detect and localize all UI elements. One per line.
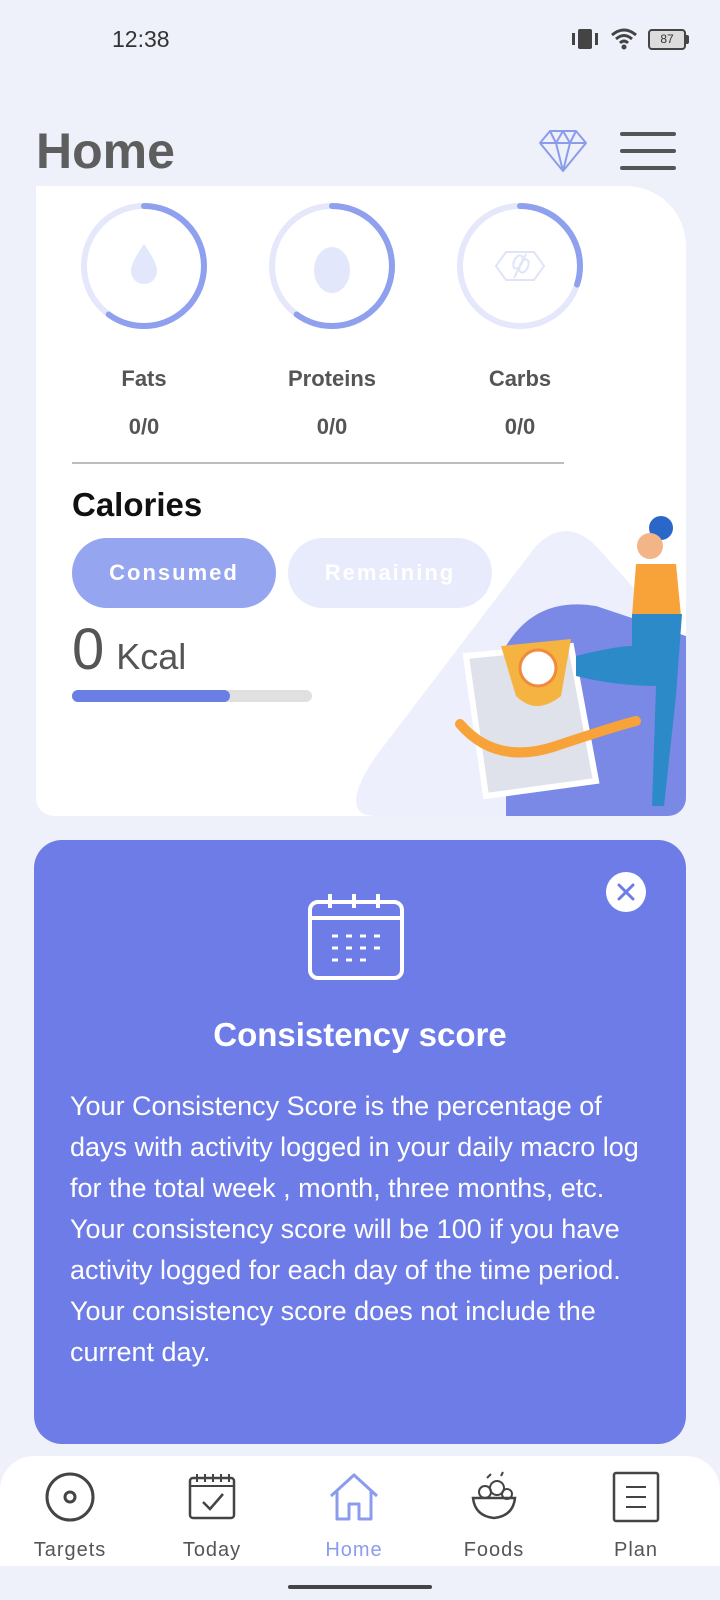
nav-label: Home	[325, 1539, 383, 1561]
nav-item-home[interactable]: Home	[294, 1470, 414, 1562]
close-button[interactable]	[606, 872, 646, 912]
vibrate-icon	[572, 29, 598, 49]
status-bar: 12:38 87	[0, 0, 720, 80]
egg-icon	[314, 247, 350, 293]
home-icon	[329, 1473, 379, 1521]
calories-progress-bar	[72, 690, 312, 702]
macro-summary-card: Fats 0/0 Proteins 0/0 Carbs 0/0 Calories…	[36, 186, 686, 816]
macro-value: 0/0	[128, 414, 160, 439]
nav-label: Today	[182, 1539, 242, 1561]
consistency-info-card: Consistency score Your Consistency Score…	[34, 840, 686, 1444]
wheat-icon	[494, 251, 546, 281]
battery-icon: 87	[648, 28, 689, 50]
macro-carbs[interactable]: Carbs 0/0	[454, 200, 586, 440]
nav-label: Plan	[613, 1539, 659, 1561]
calories-title: Calories	[72, 486, 203, 523]
calendar-icon	[308, 894, 404, 980]
macro-proteins[interactable]: Proteins 0/0	[266, 200, 398, 440]
calendar-check-icon	[188, 1474, 236, 1520]
yoga-scale-illustration	[356, 516, 686, 816]
bottom-nav: Targets Today Home Foods Plan	[0, 1456, 720, 1566]
info-card-body: Your Consistency Score is the percentage…	[70, 1091, 639, 1367]
calories-readout: 0 Kcal	[72, 616, 186, 683]
nav-item-plan[interactable]: Plan	[576, 1470, 696, 1562]
macro-fats[interactable]: Fats 0/0	[78, 200, 210, 440]
calories-unit: Kcal	[116, 636, 187, 677]
nav-item-targets[interactable]: Targets	[10, 1470, 130, 1562]
macro-label: Proteins	[287, 366, 377, 391]
consumed-tab[interactable]: Consumed	[72, 538, 276, 608]
nav-label: Targets	[33, 1539, 107, 1561]
home-indicator	[288, 1585, 432, 1589]
macro-label: Fats	[121, 366, 167, 391]
info-card-title: Consistency score	[213, 1016, 507, 1053]
drop-icon	[131, 244, 157, 284]
status-time: 12:38	[112, 26, 170, 52]
wifi-icon	[611, 28, 637, 50]
nav-label: Foods	[463, 1539, 525, 1561]
divider	[72, 462, 564, 464]
macro-label: Carbs	[488, 366, 552, 391]
hamburger-menu-icon[interactable]	[620, 132, 676, 172]
macro-value: 0/0	[316, 414, 348, 439]
proteins-ring	[266, 200, 398, 332]
carbs-ring	[454, 200, 586, 332]
nav-item-foods[interactable]: Foods	[434, 1470, 554, 1562]
macro-value: 0/0	[504, 414, 536, 439]
nav-item-today[interactable]: Today	[152, 1470, 272, 1562]
page-title: Home	[36, 123, 175, 179]
fats-ring	[78, 200, 210, 332]
diamond-icon[interactable]	[538, 128, 588, 174]
calories-progress-fill	[72, 690, 231, 702]
close-icon	[617, 883, 635, 901]
target-icon	[45, 1472, 95, 1522]
list-icon	[612, 1471, 660, 1523]
calories-value: 0	[72, 617, 105, 682]
salad-bowl-icon	[471, 1471, 517, 1520]
